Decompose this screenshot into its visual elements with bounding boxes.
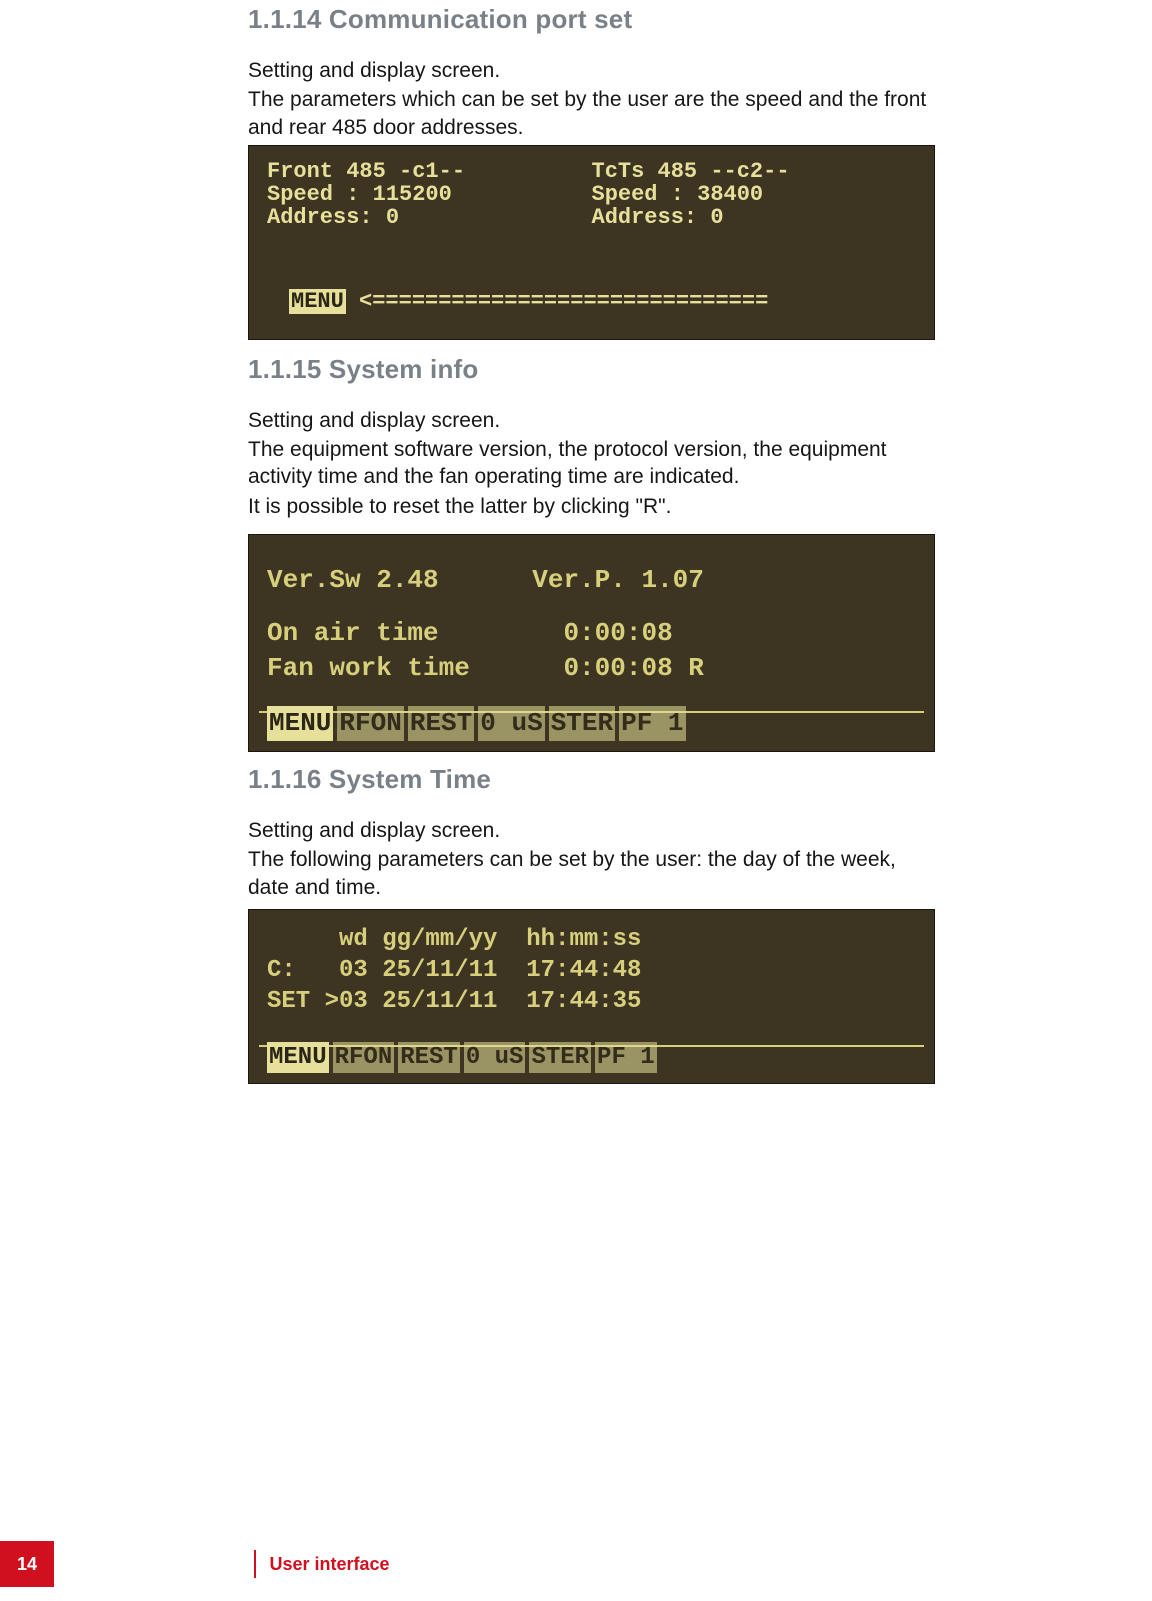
lcd-text: SET >03 25/11/11 17:44:35 — [267, 986, 916, 1017]
menu-button[interactable]: MENU — [289, 289, 346, 314]
lcd-system-info: Ver.Sw 2.48 Ver.P. 1.07 On air time 0:00… — [248, 534, 935, 752]
para: It is possible to reset the latter by cl… — [248, 493, 938, 520]
status-item: STER — [529, 1042, 591, 1073]
lcd-text: Fan work time 0:00:08 R — [267, 651, 916, 686]
lcd-text: Speed : 38400 — [592, 183, 917, 206]
lcd-text: Address: 0 — [592, 206, 917, 229]
status-item: PF 1 — [595, 1042, 657, 1073]
heading-1-1-16: 1.1.16 System Time — [248, 764, 938, 795]
status-item: RFON — [333, 1042, 395, 1073]
status-item: 0 uS — [478, 706, 544, 741]
lcd-system-time: wd gg/mm/yy hh:mm:ss C: 03 25/11/11 17:4… — [248, 909, 935, 1084]
status-item: STER — [549, 706, 615, 741]
footer-label: User interface — [270, 1554, 390, 1575]
status-bar: MENU RFON REST 0 uS STER PF 1 — [267, 1042, 916, 1073]
lcd-text: TcTs 485 --c2-- — [592, 160, 917, 183]
status-bar: MENU RFON REST 0 uS STER PF 1 — [267, 706, 916, 741]
heading-1-1-15: 1.1.15 System info — [248, 354, 938, 385]
para: Setting and display screen. — [248, 57, 938, 84]
lcd-text: Front 485 -c1-- — [267, 160, 592, 183]
para: The parameters which can be set by the u… — [248, 86, 938, 141]
divider — [254, 1550, 256, 1578]
status-item: PF 1 — [619, 706, 685, 741]
lcd-text: C: 03 25/11/11 17:44:48 — [267, 955, 916, 986]
lcd-text: Speed : 115200 — [267, 183, 592, 206]
para: The equipment software version, the prot… — [248, 436, 938, 491]
para: The following parameters can be set by t… — [248, 846, 938, 901]
lcd-text: <============================== — [359, 289, 768, 314]
status-item: REST — [408, 706, 474, 741]
lcd-text: wd gg/mm/yy hh:mm:ss — [267, 924, 916, 955]
para: Setting and display screen. — [248, 817, 938, 844]
lcd-text: On air time 0:00:08 — [267, 616, 916, 651]
page-footer: 14 User interface — [0, 1541, 390, 1587]
status-item: 0 uS — [464, 1042, 526, 1073]
lcd-text: Ver.Sw 2.48 Ver.P. 1.07 — [267, 563, 916, 598]
menu-button[interactable]: MENU — [267, 1042, 329, 1073]
menu-button[interactable]: MENU — [267, 706, 333, 741]
status-item: REST — [398, 1042, 460, 1073]
page-number: 14 — [0, 1541, 54, 1587]
heading-1-1-14: 1.1.14 Communication port set — [248, 4, 938, 35]
status-item: RFON — [337, 706, 403, 741]
para: Setting and display screen. — [248, 407, 938, 434]
lcd-text: Address: 0 — [267, 206, 592, 229]
lcd-comm-port: Front 485 -c1-- Speed : 115200 Address: … — [248, 145, 935, 340]
